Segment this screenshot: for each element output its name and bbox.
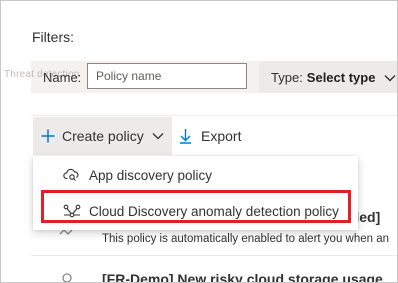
policy-type-icon [59, 271, 75, 282]
policies-page: Filters: Threat detection Name: Type: Se… [0, 0, 398, 283]
type-filter-value: Select type [306, 69, 376, 85]
type-filter-label: Type: [271, 69, 303, 85]
menu-item-app-discovery-policy[interactable]: App discovery policy [33, 158, 358, 192]
name-filter-label: Name: [43, 70, 82, 85]
cloud-search-icon [63, 168, 80, 182]
highlight-annotation-box [41, 190, 351, 223]
filters-heading: Filters: [32, 29, 74, 45]
export-label: Export [201, 128, 242, 144]
chevron-down-icon [152, 132, 164, 140]
policy-title[interactable]: [FR-Demo] New risky cloud storage usage [102, 271, 383, 282]
plus-icon [41, 129, 55, 143]
policy-name-input[interactable] [87, 63, 247, 89]
export-button[interactable]: Export [179, 117, 241, 155]
list-divider [31, 255, 397, 256]
create-policy-button[interactable]: Create policy [33, 117, 172, 155]
menu-item-label: App discovery policy [89, 167, 213, 183]
download-icon [179, 128, 192, 144]
toolbar-divider [31, 115, 397, 116]
type-filter-dropdown[interactable]: Type: Select type [259, 61, 397, 93]
policy-description: This policy is automatically enabled to … [102, 233, 390, 245]
create-policy-label: Create policy [62, 128, 144, 144]
chevron-down-icon [384, 70, 396, 85]
